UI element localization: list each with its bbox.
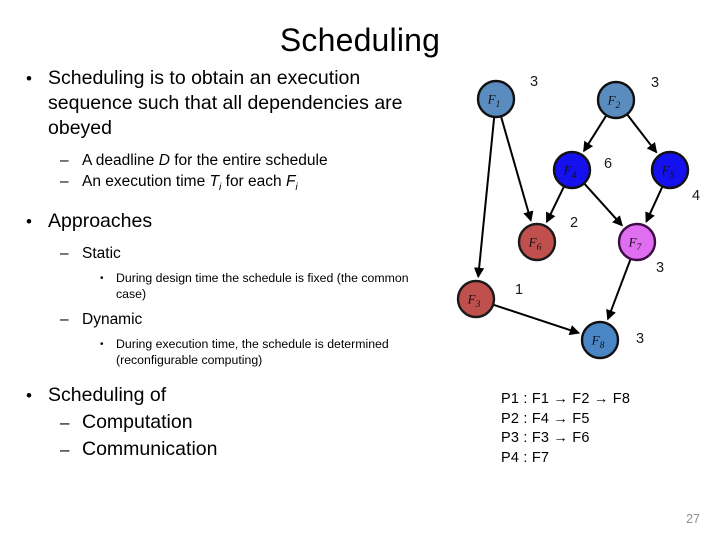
- graph-edge-f7-to-f8: [606, 258, 632, 321]
- graph-edge-f4-to-f6: [545, 186, 565, 224]
- bullet-scheduling-of: • Scheduling of: [16, 383, 446, 408]
- node-circle: [517, 222, 557, 262]
- bullet-scheduling-definition: • Scheduling is to obtain an execution s…: [16, 66, 446, 141]
- node-weight-f5: 4: [692, 188, 700, 204]
- node-circle: [650, 150, 690, 190]
- bullet-glyph: •: [100, 273, 104, 285]
- sub-bullet-text: An execution time Ti for each Fi: [82, 173, 298, 194]
- graph-node-f3[interactable]: F3: [456, 279, 496, 319]
- schedule-line-p3: P3 : F3 → F6: [501, 430, 590, 446]
- dash-glyph: –: [60, 173, 69, 190]
- sub-bullet-execution-time: – An execution time Ti for each Fi: [16, 171, 446, 198]
- slide-canvas: Scheduling • Scheduling is to obtain an …: [0, 0, 720, 540]
- bullet-text: Scheduling of: [48, 384, 167, 407]
- graph-edge-f3-to-f8: [493, 303, 581, 336]
- dash-glyph: –: [60, 245, 69, 263]
- variable-f: Fi: [285, 173, 298, 194]
- graph-node-f6[interactable]: F6: [517, 222, 557, 262]
- sub-bullet-text: A deadline D for the entire schedule: [82, 152, 328, 169]
- schedule-line-p1: P1 : F1 → F2 → F8: [501, 391, 631, 407]
- node-circle: [552, 150, 592, 190]
- sub-bullet-text: Computation: [82, 411, 193, 434]
- page-title: Scheduling: [279, 22, 441, 58]
- node-circle: [617, 222, 657, 262]
- sub-bullet-text: Communication: [82, 438, 218, 461]
- graph-edge-f2-to-f5: [626, 114, 658, 154]
- graph-node-f5[interactable]: F5: [650, 150, 690, 190]
- graph-edge-f1-to-f3: [473, 117, 496, 279]
- slide-body-text: • Scheduling is to obtain an execution s…: [16, 66, 446, 464]
- task-graph-svg: F1 F2F4 F5 F6 F7 F3 F8 3 3 6 4 2 3 1 3: [456, 74, 700, 360]
- graph-node-f4[interactable]: F4: [552, 150, 592, 190]
- variable-d: D: [158, 152, 170, 169]
- schedule-line-p4: P4 : F7: [501, 449, 550, 466]
- page-number: 27: [686, 512, 700, 526]
- sub-bullet-text: Dynamic: [82, 311, 143, 329]
- detail-static: • During design time the schedule is fix…: [16, 271, 446, 302]
- processor-schedule-list: P1 : F1 → F2 → F8 P2 : F4 → F5 P3 : F3 → F…: [501, 390, 630, 468]
- graph-node-f1[interactable]: F1: [476, 79, 516, 119]
- sub-bullet-deadline: – A deadline D for the entire schedule: [16, 150, 446, 171]
- sub-bullet-static: – Static: [16, 243, 446, 264]
- node-weight-f1: 3: [530, 74, 538, 90]
- node-weight-f2: 3: [651, 75, 659, 91]
- bullet-approaches: • Approaches: [16, 209, 446, 234]
- node-circle: [456, 279, 496, 319]
- bullet-text: Scheduling is to obtain an execution seq…: [48, 67, 403, 139]
- graph-edge-f4-to-f7: [583, 183, 623, 227]
- bullet-glyph: •: [26, 386, 32, 406]
- graph-edge-f2-to-f4: [583, 115, 608, 153]
- bullet-glyph: •: [26, 69, 32, 88]
- node-circle: [596, 80, 636, 120]
- sub-bullet-text: Static: [82, 245, 121, 263]
- dash-glyph: –: [60, 440, 70, 460]
- sub-bullet-communication: – Communication: [16, 437, 446, 462]
- node-circle: [580, 320, 620, 360]
- graph-node-f2[interactable]: F2: [596, 80, 636, 120]
- sub-bullet-computation: – Computation: [16, 410, 446, 435]
- detail-text: During execution time, the schedule is d…: [116, 337, 389, 367]
- dash-glyph: –: [60, 152, 69, 169]
- node-weight-f6: 2: [570, 215, 578, 231]
- node-weight-f3: 1: [515, 282, 523, 298]
- graph-edge-f1-to-f6: [500, 116, 534, 222]
- dash-glyph: –: [60, 311, 69, 329]
- node-circle: [476, 79, 516, 119]
- detail-text: During design time the schedule is fixed…: [116, 271, 409, 301]
- graph-edge-f5-to-f7: [645, 186, 664, 223]
- schedule-line-p2: P2 : F4 → F5: [501, 410, 590, 427]
- node-weight-f8: 3: [636, 331, 644, 347]
- dash-glyph: –: [60, 413, 70, 433]
- bullet-glyph: •: [100, 339, 104, 351]
- graph-node-f7[interactable]: F7: [617, 222, 657, 262]
- node-weight-f7: 3: [656, 260, 664, 276]
- bullet-glyph: •: [26, 212, 32, 232]
- variable-t: Ti: [209, 173, 222, 194]
- node-weight-f4: 6: [604, 156, 612, 172]
- detail-dynamic: • During execution time, the schedule is…: [16, 337, 446, 368]
- graph-node-f8[interactable]: F8: [580, 320, 620, 360]
- task-dependency-graph: F1 F2 F4 F5 F6 F7 F3 F8 3 3 6 4 2 3 1 3: [448, 60, 720, 370]
- bullet-text: Approaches: [48, 210, 153, 233]
- sub-bullet-dynamic: – Dynamic: [16, 309, 446, 330]
